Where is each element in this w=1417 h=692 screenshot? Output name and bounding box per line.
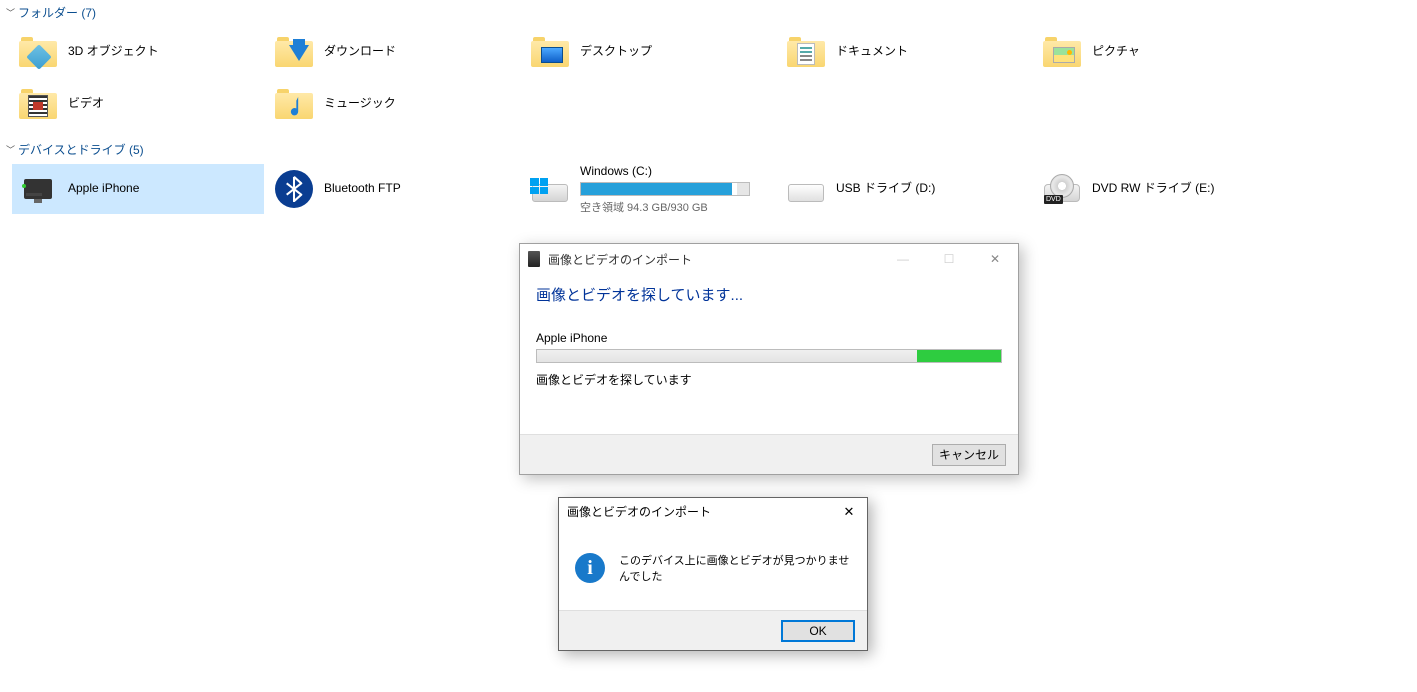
dialog-heading: 画像とビデオを探しています... — [536, 284, 1002, 305]
maximize-button: ☐ — [926, 244, 972, 274]
drive-label: Apple iPhone — [68, 181, 139, 197]
drive-icon — [784, 167, 828, 211]
drive-windows-c[interactable]: Windows (C:) 空き領域 94.3 GB/930 GB — [524, 164, 776, 214]
storage-bar — [580, 182, 750, 196]
folder-icon — [272, 30, 316, 74]
folder-icon — [784, 30, 828, 74]
folder-icon — [272, 82, 316, 126]
folder-pictures[interactable]: ピクチャ — [1036, 27, 1288, 77]
folder-icon — [1040, 30, 1084, 74]
dialog-footer: OK — [559, 610, 867, 650]
minimize-button[interactable]: ― — [880, 244, 926, 274]
phone-icon — [528, 251, 540, 267]
drive-apple-iphone[interactable]: Apple iPhone — [12, 164, 264, 214]
folder-label: ミュージック — [324, 96, 396, 112]
folder-icon — [16, 82, 60, 126]
folder-icon — [528, 30, 572, 74]
folder-label: ピクチャ — [1092, 44, 1140, 60]
progress-bar — [536, 349, 1002, 363]
drive-label: DVD RW ドライブ (E:) — [1092, 181, 1214, 197]
dialog-footer: キャンセル — [520, 434, 1018, 474]
folder-desktop[interactable]: デスクトップ — [524, 27, 776, 77]
folder-label: ビデオ — [68, 96, 104, 112]
close-button[interactable]: ✕ — [835, 500, 863, 524]
folder-videos[interactable]: ビデオ — [12, 79, 264, 129]
folder-3d-objects[interactable]: 3D オブジェクト — [12, 27, 264, 77]
chevron-down-icon: ﹀ — [6, 6, 16, 19]
section-title: フォルダー (7) — [18, 4, 96, 21]
message-text: このデバイス上に画像とビデオが見つかりませんでした — [619, 552, 851, 584]
drive-icon — [528, 167, 572, 211]
drive-name: Windows (C:) — [580, 164, 750, 178]
folder-label: デスクトップ — [580, 44, 652, 60]
drive-space: 空き領域 94.3 GB/930 GB — [580, 199, 750, 215]
dialog-title: 画像とビデオのインポート — [567, 503, 711, 520]
folder-downloads[interactable]: ダウンロード — [268, 27, 520, 77]
drive-label: USB ドライブ (D:) — [836, 181, 935, 197]
cancel-button[interactable]: キャンセル — [932, 444, 1006, 466]
folder-label: ダウンロード — [324, 44, 396, 60]
drive-icon: DVD — [1040, 167, 1084, 211]
import-dialog: 画像とビデオのインポート ― ☐ ✕ 画像とビデオを探しています... Appl… — [519, 243, 1019, 475]
folder-documents[interactable]: ドキュメント — [780, 27, 1032, 77]
section-header-folders[interactable]: ﹀ フォルダー (7) — [0, 0, 1417, 27]
status-text: 画像とビデオを探しています — [536, 371, 1002, 388]
device-icon — [16, 167, 60, 211]
folder-music[interactable]: ミュージック — [268, 79, 520, 129]
drives-grid: Apple iPhone Bluetooth FTP Windows (C:) … — [0, 164, 1417, 222]
message-dialog: 画像とビデオのインポート ✕ i このデバイス上に画像とビデオが見つかりませんで… — [558, 497, 868, 651]
drive-usb-d[interactable]: USB ドライブ (D:) — [780, 164, 1032, 214]
device-name: Apple iPhone — [536, 331, 1002, 345]
info-icon: i — [575, 553, 605, 583]
bluetooth-icon — [272, 167, 316, 211]
section-title: デバイスとドライブ (5) — [18, 141, 144, 158]
dialog-title: 画像とビデオのインポート — [548, 251, 692, 268]
drive-bluetooth-ftp[interactable]: Bluetooth FTP — [268, 164, 520, 214]
close-button[interactable]: ✕ — [972, 244, 1018, 274]
drive-label: Bluetooth FTP — [324, 181, 401, 197]
chevron-down-icon: ﹀ — [6, 143, 16, 156]
folder-label: 3D オブジェクト — [68, 44, 159, 60]
section-header-drives[interactable]: ﹀ デバイスとドライブ (5) — [0, 137, 1417, 164]
ok-button[interactable]: OK — [781, 620, 855, 642]
folder-icon — [16, 30, 60, 74]
dialog-titlebar[interactable]: 画像とビデオのインポート ✕ — [559, 498, 867, 526]
dialog-titlebar[interactable]: 画像とビデオのインポート ― ☐ ✕ — [520, 244, 1018, 274]
drive-dvd-e[interactable]: DVD DVD RW ドライブ (E:) — [1036, 164, 1288, 214]
folder-label: ドキュメント — [836, 44, 908, 60]
folders-grid: 3D オブジェクト ダウンロード デスクトップ ドキュメント ピクチャ ビデオ — [0, 27, 1417, 137]
